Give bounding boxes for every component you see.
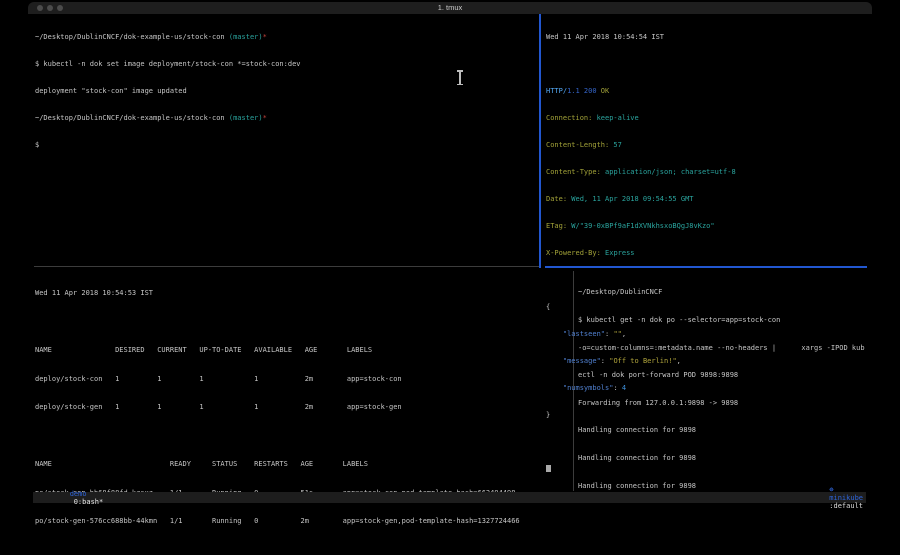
http-header: Date: Wed, 11 Apr 2018 09:54:55 GMT bbox=[546, 195, 868, 204]
pane-shell-top-left[interactable]: ~/Desktop/DublinCNCF/dok-example-us/stoc… bbox=[35, 15, 537, 168]
cwd-path: ~/Desktop/DublinCNCF bbox=[578, 288, 868, 297]
pane-portforward-bottom-right[interactable]: ~/Desktop/DublinCNCF $ kubectl get -n do… bbox=[578, 270, 868, 509]
forwarding-output: Forwarding from 127.0.0.1:9898 -> 9898 bbox=[578, 399, 868, 408]
git-dirty-star: * bbox=[263, 114, 267, 122]
git-branch: (master) bbox=[229, 33, 263, 41]
session-name[interactable]: demo bbox=[70, 490, 87, 498]
header-name: Connection: bbox=[546, 114, 592, 122]
http-header: Content-Type: application/json; charset=… bbox=[546, 168, 868, 177]
command-wrap-line: ectl -n dok port-forward POD 9898:9898 bbox=[578, 371, 868, 380]
kubectl-get-command: $ kubectl get -n dok po --selector=app=s… bbox=[578, 316, 868, 325]
http-proto: HTTP/ bbox=[546, 87, 567, 95]
terminal-window: 1. tmux ~/Desktop/DublinCNCF/dok-example… bbox=[28, 2, 872, 531]
timestamp: Wed 11 Apr 2018 10:54:53 IST bbox=[35, 289, 571, 299]
deployment-row: deploy/stock-gen 1 1 1 1 2m app=stock-ge… bbox=[35, 403, 571, 413]
http-header: ETag: W/"39-0xBPf9aF1dXVNkhsxoBQgJ8vKzo" bbox=[546, 222, 868, 231]
header-value: 57 bbox=[609, 141, 622, 149]
kubectl-set-image-command: $ kubectl -n dok set image deployment/st… bbox=[35, 60, 537, 69]
header-name: ETag: bbox=[546, 222, 567, 230]
pane-kubectl-bottom-left[interactable]: Wed 11 Apr 2018 10:54:53 IST NAME DESIRE… bbox=[35, 270, 571, 555]
header-value: Express bbox=[601, 249, 635, 257]
header-value: W/"39-0xBPf9aF1dXVNkhsxoBQgJ8vKzo" bbox=[567, 222, 715, 230]
window-title: 1. tmux bbox=[28, 3, 872, 12]
handling-output: Handling connection for 9898 bbox=[578, 454, 868, 463]
http-status-text: OK bbox=[601, 87, 609, 95]
git-branch: (master) bbox=[229, 114, 263, 122]
tmux-status-bar: demo 0:bash* ☸ minikube :default bbox=[33, 492, 866, 503]
pods-table-header: NAME READY STATUS RESTARTS AGE LABELS bbox=[35, 460, 571, 470]
deployment-row: deploy/stock-con 1 1 1 1 2m app=stock-co… bbox=[35, 375, 571, 385]
kube-namespace: :default bbox=[829, 502, 863, 510]
header-value: Wed, 11 Apr 2018 09:54:55 GMT bbox=[567, 195, 693, 203]
pod-row: po/stock-gen-576cc688bb-44kmn 1/1 Runnin… bbox=[35, 517, 571, 527]
window-tab-active[interactable]: 0:bash* bbox=[74, 498, 104, 506]
pane-border-horizontal-left[interactable] bbox=[34, 266, 539, 267]
window-titlebar[interactable]: 1. tmux bbox=[28, 2, 872, 14]
status-left: demo 0:bash* bbox=[36, 482, 103, 514]
timestamp: Wed 11 Apr 2018 10:54:54 IST bbox=[546, 33, 868, 42]
http-header: X-Powered-By: Express bbox=[546, 249, 868, 258]
active-pane-border-vertical[interactable] bbox=[539, 14, 541, 268]
status-right: ☸ minikube :default bbox=[796, 478, 863, 518]
shell-prompt: $ bbox=[35, 141, 537, 150]
header-value: keep-alive bbox=[592, 114, 638, 122]
http-header: Connection: keep-alive bbox=[546, 114, 868, 123]
http-version-code: 1.1 200 bbox=[567, 87, 601, 95]
kubernetes-wheel-icon: ☸ bbox=[829, 486, 837, 494]
handling-output: Handling connection for 9898 bbox=[578, 426, 868, 435]
deployments-table-header: NAME DESIRED CURRENT UP-TO-DATE AVAILABL… bbox=[35, 346, 571, 356]
header-name: Date: bbox=[546, 195, 567, 203]
header-value: application/json; charset=utf-8 bbox=[601, 168, 736, 176]
header-name: Content-Type: bbox=[546, 168, 601, 176]
prompt-path-line: ~/Desktop/DublinCNCF/dok-example-us/stoc… bbox=[35, 114, 537, 123]
header-name: X-Powered-By: bbox=[546, 249, 601, 257]
cwd-path: ~/Desktop/DublinCNCF/dok-example-us/stoc… bbox=[35, 33, 229, 41]
screen: 1. tmux ~/Desktop/DublinCNCF/dok-example… bbox=[0, 0, 900, 555]
cwd-path: ~/Desktop/DublinCNCF/dok-example-us/stoc… bbox=[35, 114, 229, 122]
command-wrap-line: -o=custom-columns=:metadata.name --no-he… bbox=[578, 344, 868, 353]
http-status-line: HTTP/1.1 200 OK bbox=[546, 87, 868, 96]
header-name: Content-Length: bbox=[546, 141, 609, 149]
git-dirty-star: * bbox=[263, 33, 267, 41]
prompt-path-line: ~/Desktop/DublinCNCF/dok-example-us/stoc… bbox=[35, 33, 537, 42]
kube-context: minikube bbox=[829, 494, 863, 502]
command-output: deployment "stock-con" image updated bbox=[35, 87, 537, 96]
http-header: Content-Length: 57 bbox=[546, 141, 868, 150]
mouse-ibeam-cursor bbox=[456, 70, 464, 85]
